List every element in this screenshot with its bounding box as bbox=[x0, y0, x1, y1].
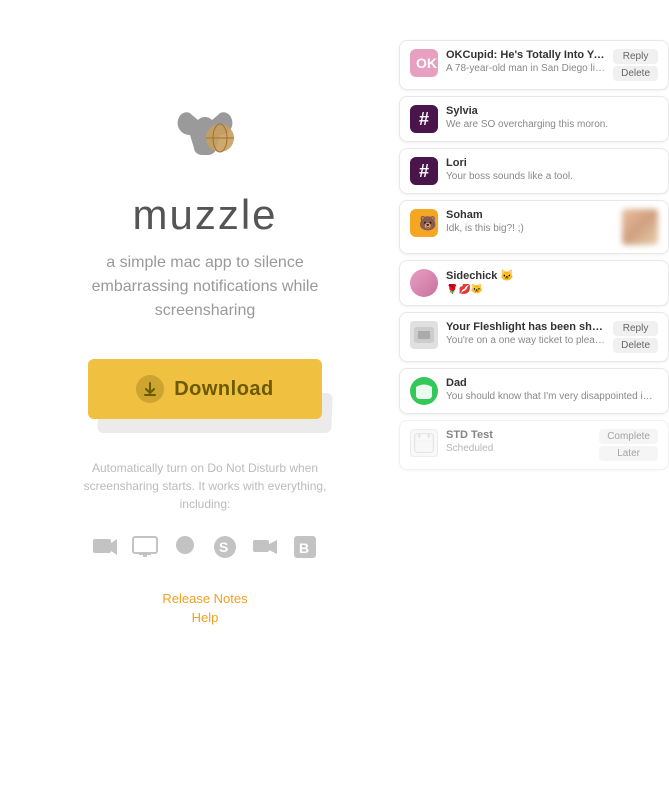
dad-messages-icon bbox=[410, 377, 438, 405]
std-test-title: STD Test bbox=[446, 429, 591, 441]
lori-title: Lori bbox=[446, 157, 658, 169]
okcupid-icon: OK bbox=[410, 49, 438, 77]
sidechick-text: 🌹💋🐱 bbox=[446, 284, 658, 295]
slack-lori-icon: # bbox=[410, 157, 438, 185]
footer-links: Release Notes Help bbox=[162, 591, 247, 625]
soham-body: Soham Idk, is this big?! ;) bbox=[446, 209, 614, 234]
grindr-soham-icon: 🐻 bbox=[410, 209, 438, 237]
fleshlight-delete-button[interactable]: Delete bbox=[613, 338, 658, 353]
std-test-text: Scheduled bbox=[446, 443, 591, 454]
okcupid-actions: Reply Delete bbox=[613, 49, 658, 81]
std-test-body: STD Test Scheduled bbox=[446, 429, 591, 454]
download-icon bbox=[136, 375, 164, 403]
lori-text: Your boss sounds like a tool. bbox=[446, 171, 658, 182]
soham-text: Idk, is this big?! ;) bbox=[446, 223, 614, 234]
help-link[interactable]: Help bbox=[192, 610, 219, 625]
bbm-icon: B bbox=[291, 533, 319, 561]
reminder-icon bbox=[410, 429, 438, 457]
dad-body: Dad You should know that I'm very disapp… bbox=[446, 377, 658, 402]
download-button[interactable]: Download bbox=[88, 359, 322, 419]
skype-icon: S bbox=[211, 533, 239, 561]
notification-std-test: STD Test Scheduled Complete Later bbox=[399, 420, 669, 470]
main-content: muzzle a simple mac app to silence embar… bbox=[0, 0, 410, 785]
dad-text: You should know that I'm very disappoint… bbox=[446, 391, 658, 402]
app-tagline: a simple mac app to silence embarrassing… bbox=[65, 251, 345, 323]
fleshlight-title: Your Fleshlight has been ship... bbox=[446, 321, 605, 333]
notification-lori: # Lori Your boss sounds like a tool. bbox=[399, 148, 669, 194]
sidechick-avatar bbox=[410, 269, 438, 297]
notification-soham: 🐻 Soham Idk, is this big?! ;) bbox=[399, 200, 669, 254]
download-wrapper: Download bbox=[88, 359, 322, 419]
slack-sylvia-icon: # bbox=[410, 105, 438, 133]
zoom-icon bbox=[91, 533, 119, 561]
okcupid-body: OKCupid: He's Totally Into You! A 78-yea… bbox=[446, 49, 605, 74]
download-label: Download bbox=[174, 378, 274, 401]
app-title: muzzle bbox=[132, 191, 277, 239]
lori-body: Lori Your boss sounds like a tool. bbox=[446, 157, 658, 182]
svg-text:S: S bbox=[219, 539, 228, 555]
notifications-panel: OK OKCupid: He's Totally Into You! A 78-… bbox=[399, 40, 669, 474]
release-notes-link[interactable]: Release Notes bbox=[162, 591, 247, 606]
soham-title: Soham bbox=[446, 209, 614, 221]
svg-text:B: B bbox=[299, 540, 309, 556]
sidechick-body: Sidechick 🐱 🌹💋🐱 bbox=[446, 269, 658, 295]
logo-container bbox=[170, 100, 240, 175]
std-test-actions: Complete Later bbox=[599, 429, 658, 461]
std-test-complete-button[interactable]: Complete bbox=[599, 429, 658, 444]
okcupid-title: OKCupid: He's Totally Into You! bbox=[446, 49, 605, 61]
auto-dnd-text: Automatically turn on Do Not Disturb whe… bbox=[75, 459, 335, 513]
notification-sidechick: Sidechick 🐱 🌹💋🐱 bbox=[399, 260, 669, 306]
svg-text:🐻: 🐻 bbox=[419, 214, 437, 232]
sidechick-title: Sidechick 🐱 bbox=[446, 269, 658, 282]
okcupid-delete-button[interactable]: Delete bbox=[613, 66, 658, 81]
notification-okcupid: OK OKCupid: He's Totally Into You! A 78-… bbox=[399, 40, 669, 90]
okcupid-text: A 78-year-old man in San Diego like... bbox=[446, 63, 605, 74]
compatible-apps: S B bbox=[91, 533, 319, 561]
fleshlight-text: You're on a one way ticket to pleasu... bbox=[446, 335, 605, 346]
svg-text:OK: OK bbox=[416, 55, 437, 71]
soham-thumbnail bbox=[622, 209, 658, 245]
notification-fleshlight: Your Fleshlight has been ship... You're … bbox=[399, 312, 669, 362]
download-arrow-icon bbox=[142, 381, 158, 397]
notification-sylvia: # Sylvia We are SO overcharging this mor… bbox=[399, 96, 669, 142]
slack-hash-icon-2: # bbox=[419, 161, 429, 182]
app-logo bbox=[170, 100, 240, 170]
sylvia-text: We are SO overcharging this moron. bbox=[446, 119, 658, 130]
hangouts-icon bbox=[171, 533, 199, 561]
slack-hash-icon: # bbox=[419, 109, 429, 130]
sylvia-title: Sylvia bbox=[446, 105, 658, 117]
fleshlight-icon bbox=[410, 321, 438, 349]
fleshlight-actions: Reply Delete bbox=[613, 321, 658, 353]
dad-title: Dad bbox=[446, 377, 658, 389]
std-test-later-button[interactable]: Later bbox=[599, 446, 658, 461]
fleshlight-body: Your Fleshlight has been ship... You're … bbox=[446, 321, 605, 346]
screenshare-icon bbox=[131, 533, 159, 561]
notification-dad: Dad You should know that I'm very disapp… bbox=[399, 368, 669, 414]
okcupid-reply-button[interactable]: Reply bbox=[613, 49, 658, 64]
sylvia-body: Sylvia We are SO overcharging this moron… bbox=[446, 105, 658, 130]
fleshlight-reply-button[interactable]: Reply bbox=[613, 321, 658, 336]
facetime-icon bbox=[251, 533, 279, 561]
